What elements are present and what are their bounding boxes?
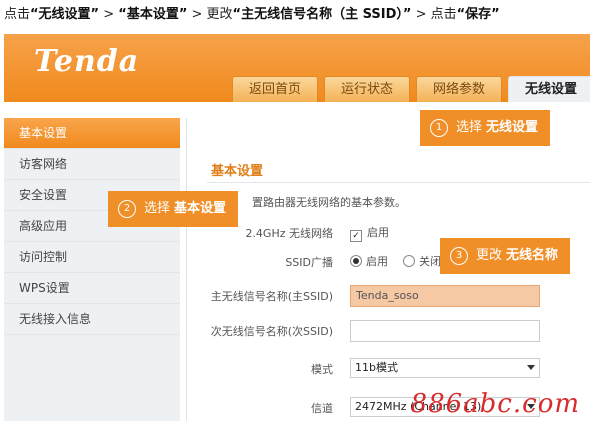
sidebar-item-clients[interactable]: 无线接入信息: [4, 304, 180, 335]
wireless-enable-control: ✓ 启用: [350, 224, 389, 242]
primary-ssid-row: 主无线信号名称(主SSID) Tenda_soso: [187, 285, 590, 307]
tab-status[interactable]: 运行状态: [324, 76, 410, 102]
callout-text: 选择: [144, 201, 171, 216]
mode-select-value: 11b模式: [355, 361, 398, 374]
primary-ssid-control: Tenda_soso: [350, 285, 540, 307]
tab-wireless[interactable]: 无线设置: [508, 76, 590, 102]
instruction-step-save: “保存”: [456, 7, 500, 22]
mode-control: 11b模式: [350, 358, 540, 378]
instruction-step-ssid: “主无线信号名称（主 SSID）”: [232, 7, 412, 22]
callout-emphasis: 基本设置: [174, 201, 227, 216]
instruction-separator: > 点击: [411, 7, 457, 22]
wireless-label: 2.4GHz 无线网络: [245, 227, 333, 240]
instruction-separator: > 更改: [187, 7, 233, 22]
step-number-icon: 2: [118, 200, 136, 218]
ssid-broadcast-control: 启用 关闭: [350, 253, 441, 269]
section-description: 置路由器无线网络的基本参数。: [252, 196, 406, 209]
mode-label: 模式: [311, 363, 333, 376]
mode-select[interactable]: 11b模式: [350, 358, 540, 378]
secondary-ssid-label: 次无线信号名称(次SSID): [210, 325, 333, 338]
ssid-broadcast-label: SSID广播: [285, 256, 333, 269]
ssid-broadcast-off-radio[interactable]: [403, 255, 415, 267]
callout-emphasis: 无线名称: [506, 248, 559, 263]
mode-row: 模式 11b模式: [187, 358, 590, 380]
section-divider: [207, 182, 590, 183]
secondary-ssid-control: [350, 320, 540, 342]
instruction-text: 点击“无线设置” > “基本设置” > 更改“主无线信号名称（主 SSID）” …: [4, 3, 586, 27]
callout-emphasis: 无线设置: [486, 120, 539, 135]
step-number-icon: 3: [450, 247, 468, 265]
tab-home[interactable]: 返回首页: [232, 76, 318, 102]
channel-label: 信道: [311, 402, 333, 415]
sidebar: 基本设置 访客网络 安全设置 高级应用 访问控制 WPS设置 无线接入信息: [4, 118, 180, 421]
callout-text: 更改: [476, 248, 503, 263]
instruction-prefix: 点击: [4, 7, 31, 22]
instruction-step-wireless: “无线设置”: [30, 7, 100, 22]
section-title: 基本设置: [211, 164, 264, 179]
callout-step-3: 3 更改 无线名称: [440, 238, 571, 274]
tab-network[interactable]: 网络参数: [416, 76, 502, 102]
sidebar-item-wps[interactable]: WPS设置: [4, 273, 180, 304]
secondary-ssid-row: 次无线信号名称(次SSID): [187, 320, 590, 342]
ssid-broadcast-on-radio[interactable]: [350, 255, 362, 267]
secondary-ssid-input[interactable]: [350, 320, 540, 342]
primary-ssid-label: 主无线信号名称(主SSID): [210, 290, 333, 303]
instruction-step-basic: “基本设置”: [118, 7, 188, 22]
main-tabs: 返回首页 运行状态 网络参数 无线设置: [232, 76, 590, 102]
sidebar-item-basic[interactable]: 基本设置: [4, 118, 180, 149]
wireless-enable-checkbox[interactable]: ✓: [350, 230, 362, 242]
sidebar-item-access-control[interactable]: 访问控制: [4, 242, 180, 273]
chevron-down-icon: [527, 365, 535, 370]
sidebar-item-guest[interactable]: 访客网络: [4, 149, 180, 180]
primary-ssid-input[interactable]: Tenda_soso: [350, 285, 540, 307]
site-watermark: 886abc.com: [410, 389, 580, 419]
wireless-enable-text: 启用: [367, 226, 389, 239]
router-header: Tenda 返回首页 运行状态 网络参数 无线设置: [4, 34, 590, 102]
callout-step-2: 2 选择 基本设置: [108, 191, 239, 227]
step-number-icon: 1: [430, 119, 448, 137]
tenda-logo: Tenda: [34, 44, 140, 79]
callout-text: 选择: [456, 120, 483, 135]
callout-step-1: 1 选择 无线设置: [420, 110, 551, 146]
ssid-on-text: 启用: [366, 255, 388, 268]
ssid-off-text: 关闭: [419, 255, 441, 268]
instruction-separator: >: [99, 7, 119, 22]
